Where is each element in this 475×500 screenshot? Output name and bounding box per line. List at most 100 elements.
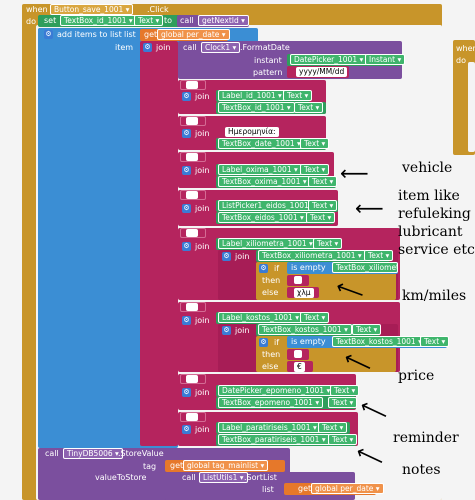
- label-oxima-prop-dropdown[interactable]: Text ▾: [300, 164, 330, 175]
- store-call-label: call: [45, 449, 59, 458]
- listpicker-eidos-prop-dropdown[interactable]: Text ▾: [308, 200, 338, 211]
- vehicle-arrow-icon: ⟵: [340, 161, 369, 185]
- label-xiliometra-dropdown[interactable]: Label_xiliometra_1001 ▾: [218, 238, 317, 249]
- then-empty-xiliometra[interactable]: [294, 276, 302, 284]
- textbox-oxima-dropdown[interactable]: TextBox_oxima_1001 ▾: [218, 176, 311, 187]
- textbox-kostos-dropdown[interactable]: TextBox_kostos_1001 ▾: [258, 324, 352, 335]
- join-row-id-gear-icon[interactable]: ⚙: [182, 92, 191, 101]
- tag-label: tag: [143, 462, 157, 471]
- tinydb-component-dropdown[interactable]: TinyDB5006 ▾: [63, 448, 123, 459]
- pattern-value[interactable]: yyyy/MM/dd: [296, 67, 348, 77]
- if-label-xiliometra: if: [274, 264, 280, 273]
- annotation-price: price: [398, 368, 435, 384]
- listpicker-eidos-dropdown[interactable]: ListPicker1_eidos_1001 ▾: [218, 200, 319, 211]
- datepicker-epomeno-prop-dropdown[interactable]: Text ▾: [330, 385, 360, 396]
- textbox-xiliometra-dropdown[interactable]: TextBox_xiliometra_1001 ▾: [258, 250, 366, 261]
- empty-string-epomeno[interactable]: [186, 375, 198, 383]
- join-row-epomeno-gear-icon[interactable]: ⚙: [182, 388, 191, 397]
- else-km-value[interactable]: χλμ: [294, 288, 314, 298]
- textbox-id-dropdown[interactable]: TextBox_id_1001 ▾: [218, 102, 295, 113]
- label-kostos-prop-dropdown[interactable]: Text ▾: [300, 312, 330, 323]
- inner-join-kostos-gear-icon[interactable]: ⚙: [222, 326, 231, 335]
- per-date-sort-dropdown[interactable]: global per_date ▾: [311, 483, 384, 494]
- join-row-eidos-label: join: [195, 204, 210, 213]
- value-to-store-label: valueToStore: [95, 473, 147, 482]
- empty-string-eidos[interactable]: [186, 191, 198, 199]
- inner-join-xiliometra-gear-icon[interactable]: ⚙: [222, 252, 231, 261]
- is-empty-label-kostos: is empty: [291, 337, 326, 346]
- textbox-eidos-dropdown[interactable]: TextBox_eidos_1001 ▾: [218, 212, 308, 223]
- call-label: call: [180, 16, 194, 25]
- textbox-date-prop-dropdown[interactable]: Text ▾: [300, 138, 330, 149]
- set-property-dropdown[interactable]: Text ▾: [134, 15, 164, 26]
- label-oxima-dropdown[interactable]: Label_oxima_1001 ▾: [218, 164, 302, 175]
- join-row-eidos-gear-icon[interactable]: ⚙: [182, 204, 191, 213]
- label-kostos-dropdown[interactable]: Label_kostos_1001 ▾: [218, 312, 303, 323]
- empty-string-paratiriseis[interactable]: [186, 413, 198, 421]
- empty-string-kostos[interactable]: [186, 303, 198, 311]
- textbox-date-dropdown[interactable]: TextBox_date_1001 ▾: [218, 138, 305, 149]
- instant-property-dropdown[interactable]: Instant ▾: [365, 54, 406, 65]
- textbox-kostos-prop-dropdown[interactable]: Text ▾: [352, 324, 382, 335]
- date-text-value[interactable]: Ημερομηνία:: [225, 127, 279, 137]
- main-join-block[interactable]: [140, 41, 178, 446]
- get-var-dropdown[interactable]: global per_date ▾: [157, 29, 230, 40]
- is-empty-textbox-kostos-prop[interactable]: Text ▾: [420, 336, 450, 347]
- mutator-gear-icon[interactable]: ⚙: [44, 30, 53, 39]
- join-row-date-gear-icon[interactable]: ⚙: [182, 129, 191, 138]
- empty-string-xiliometra[interactable]: [186, 229, 198, 237]
- join-row-id-label: join: [195, 92, 210, 101]
- textbox-epomeno-dropdown[interactable]: TextBox_epomeno_1001 ▾: [218, 397, 324, 408]
- tag-var-dropdown[interactable]: global tag_mainlist ▾: [183, 460, 269, 471]
- label-paratiriseis-prop-dropdown[interactable]: Text ▾: [318, 422, 348, 433]
- is-empty-textbox-kostos-dropdown[interactable]: TextBox_kostos_1001 ▾: [332, 336, 426, 347]
- join-row-xiliometra-gear-icon[interactable]: ⚙: [182, 242, 191, 251]
- textbox-xiliometra-prop-dropdown[interactable]: Text ▾: [364, 250, 394, 261]
- event-when-label: when: [26, 5, 48, 14]
- then-label-kostos: then: [262, 350, 281, 359]
- textbox-epomeno-prop-dropdown[interactable]: Text ▾: [328, 397, 358, 408]
- label-xiliometra-prop-dropdown[interactable]: Text ▾: [313, 238, 343, 249]
- textbox-eidos-prop-dropdown[interactable]: Text ▾: [306, 212, 336, 223]
- else-label-xiliometra: else: [262, 288, 279, 297]
- if-kostos-gear-icon[interactable]: ⚙: [259, 338, 268, 347]
- empty-string-oxima[interactable]: [186, 153, 198, 161]
- label-id-prop-dropdown[interactable]: Text ▾: [283, 90, 313, 101]
- if-label-kostos: if: [274, 338, 280, 347]
- get-label: get: [144, 30, 158, 39]
- if-xiliometra-gear-icon[interactable]: ⚙: [259, 264, 268, 273]
- is-empty-textbox-xiliometra[interactable]: TextBox_xiliometra_1001: [332, 262, 398, 273]
- textbox-paratiriseis-dropdown[interactable]: TextBox_paratiriseis_1001 ▾: [218, 434, 330, 445]
- join-row-kostos-gear-icon[interactable]: ⚙: [182, 316, 191, 325]
- side-event-inner: [468, 62, 475, 152]
- join-row-date-label: join: [195, 129, 210, 138]
- join-row-oxima-gear-icon[interactable]: ⚙: [182, 166, 191, 175]
- textbox-paratiriseis-prop-dropdown[interactable]: Text ▾: [328, 434, 358, 445]
- event-component-dropdown[interactable]: Button_save_1001 ▾: [50, 4, 134, 15]
- inner-join-xiliometra-label: join: [235, 252, 250, 261]
- textbox-id-prop-dropdown[interactable]: Text ▾: [294, 102, 324, 113]
- set-to-label: to: [164, 16, 173, 25]
- textbox-oxima-prop-dropdown[interactable]: Text ▾: [308, 176, 338, 187]
- join-gear-icon[interactable]: ⚙: [143, 43, 152, 52]
- store-method: .StoreValue: [118, 449, 164, 458]
- sortlist-method: .SortList: [244, 473, 277, 482]
- annotation-item-line1: item like: [398, 188, 460, 204]
- listutils-dropdown[interactable]: ListUtils1 ▾: [199, 472, 248, 483]
- join-row-paratiriseis-gear-icon[interactable]: ⚙: [182, 425, 191, 434]
- sortlist-call-label: call: [182, 473, 196, 482]
- empty-string-id[interactable]: [186, 81, 198, 89]
- then-empty-kostos[interactable]: [294, 350, 302, 358]
- else-euro-value[interactable]: €: [294, 362, 305, 372]
- datepicker-epomeno-dropdown[interactable]: DatePicker_epomeno_1001 ▾: [218, 385, 335, 396]
- item-arrow-icon: ⟵: [355, 196, 384, 220]
- label-id-dropdown[interactable]: Label_id_1001 ▾: [218, 90, 286, 101]
- label-paratiriseis-dropdown[interactable]: Label_paratiriseis_1001 ▾: [218, 422, 321, 433]
- instant-component-dropdown[interactable]: DatePicker_1001 ▾: [290, 54, 368, 65]
- annotation-vehicle: vehicle: [402, 160, 453, 176]
- clock-component-dropdown[interactable]: Clock1 ▾: [201, 42, 241, 53]
- set-component-dropdown[interactable]: TextBox_id_1001 ▾: [60, 15, 137, 26]
- empty-string-date[interactable]: [186, 117, 198, 125]
- procedure-dropdown[interactable]: getNextId ▾: [198, 15, 249, 26]
- pattern-label: pattern: [253, 68, 283, 77]
